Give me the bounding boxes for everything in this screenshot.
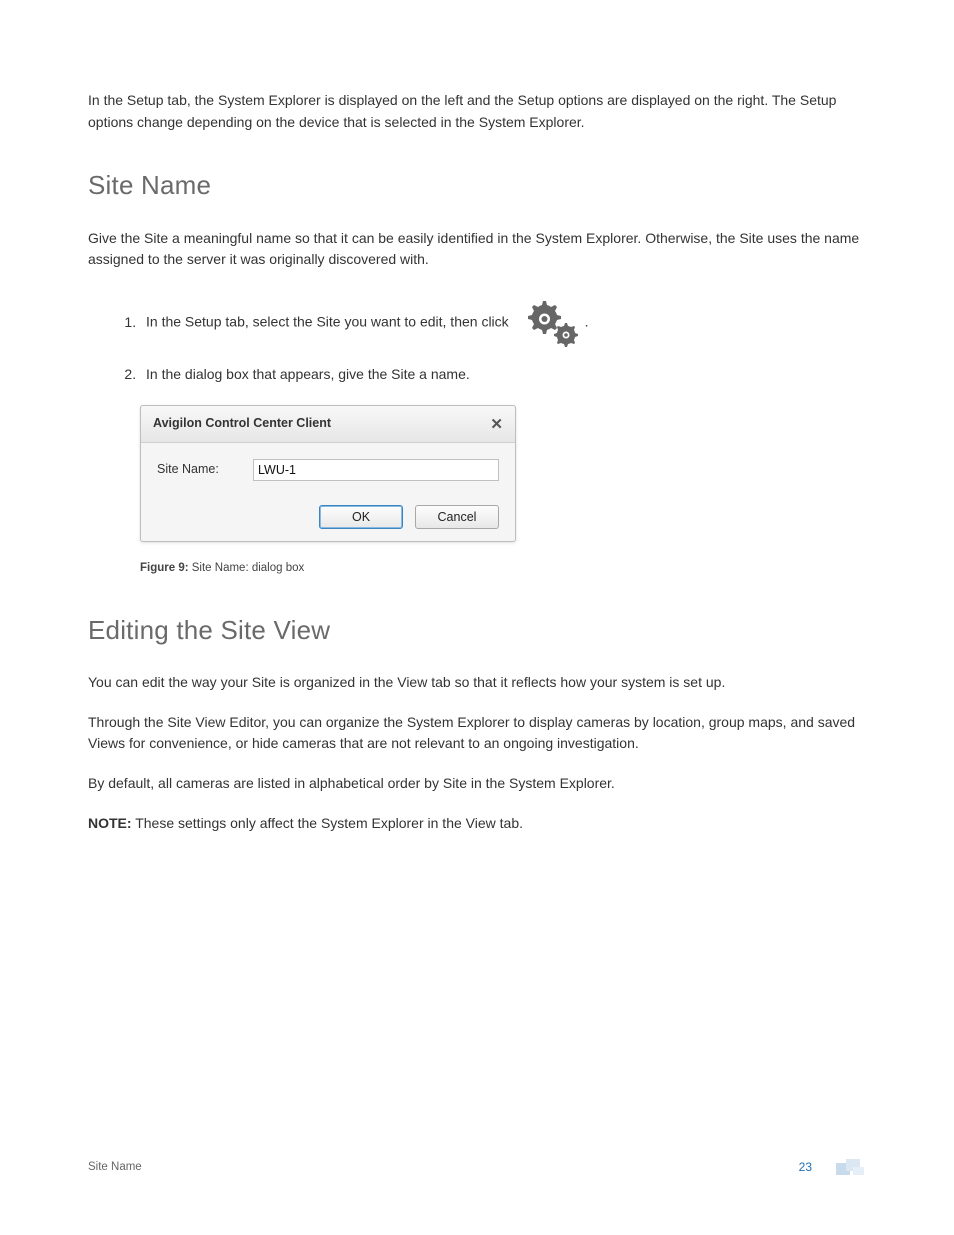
figure-text: Site Name: dialog box (189, 562, 305, 574)
site-name-paragraph: Give the Site a meaningful name so that … (88, 228, 866, 271)
gear-icon (519, 297, 583, 349)
field-row: Site Name: (157, 459, 499, 481)
esv-note: NOTE: These settings only affect the Sys… (88, 813, 866, 835)
cancel-button[interactable]: Cancel (415, 505, 499, 529)
figure-label: Figure 9: (140, 562, 189, 574)
dialog-body: Site Name: OK Cancel (141, 443, 515, 541)
step-1: In the Setup tab, select the Site you wa… (140, 297, 866, 349)
site-name-dialog: Avigilon Control Center Client ✕ Site Na… (140, 405, 516, 541)
esv-p3: By default, all cameras are listed in al… (88, 773, 866, 795)
close-icon[interactable]: ✕ (490, 417, 503, 432)
note-label: NOTE: (88, 815, 132, 831)
footer-section-name: Site Name (88, 1159, 142, 1177)
esv-p2: Through the Site View Editor, you can or… (88, 712, 866, 755)
dialog-titlebar: Avigilon Control Center Client ✕ (141, 406, 515, 442)
button-row: OK Cancel (157, 505, 499, 529)
heading-site-name: Site Name (88, 165, 866, 205)
dialog-title-text: Avigilon Control Center Client (153, 414, 331, 433)
step-1-text-pre: In the Setup tab, select the Site you wa… (146, 314, 509, 330)
heading-editing-site-view: Editing the Site View (88, 610, 866, 650)
page-footer: Site Name 23 (88, 1158, 866, 1177)
page-number: 23 (799, 1158, 812, 1177)
site-name-input[interactable] (253, 459, 499, 481)
site-name-label: Site Name: (157, 460, 253, 479)
esv-p1: You can edit the way your Site is organi… (88, 672, 866, 694)
footer-decoration (836, 1159, 866, 1177)
intro-paragraph: In the Setup tab, the System Explorer is… (88, 90, 866, 133)
ok-button[interactable]: OK (319, 505, 403, 529)
figure-caption: Figure 9: Site Name: dialog box (140, 560, 866, 578)
note-text: These settings only affect the System Ex… (132, 815, 523, 831)
step-2: In the dialog box that appears, give the… (140, 363, 866, 385)
step-1-text-post: . (585, 314, 589, 330)
steps-list: In the Setup tab, select the Site you wa… (140, 297, 866, 385)
